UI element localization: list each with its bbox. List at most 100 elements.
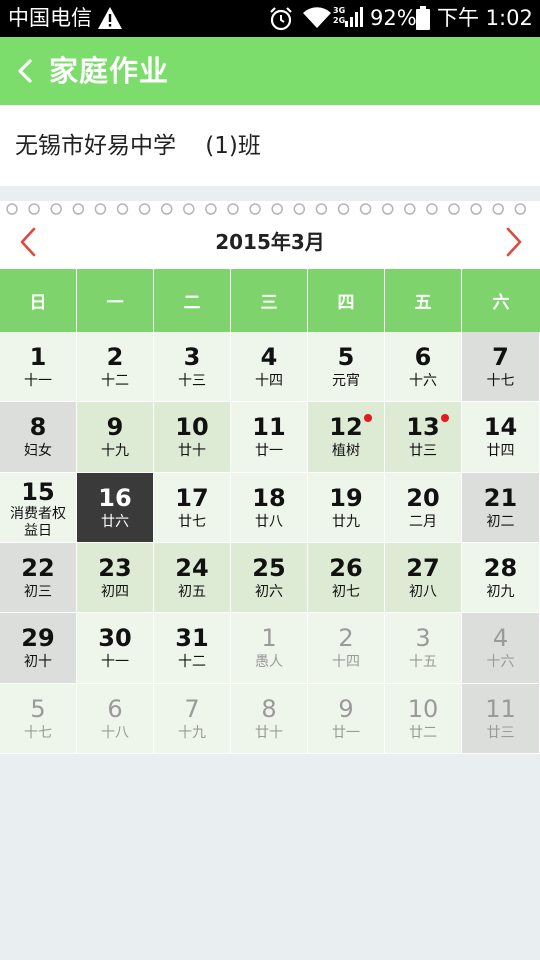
calendar-day-cell[interactable]: 4 十四 (231, 332, 308, 403)
calendar-day-cell[interactable]: 7 十九 (154, 683, 231, 754)
day-number: 15 (21, 477, 55, 506)
calendar-day-cell[interactable]: 4 十六 (462, 613, 540, 684)
ring-decoration (205, 203, 217, 215)
calendar-day-cell[interactable]: 11 廿三 (462, 683, 540, 754)
calendar-day-cell[interactable]: 13 廿三 (385, 402, 462, 473)
day-number: 13 (406, 413, 440, 442)
calendar-day-cell[interactable]: 5 十七 (0, 683, 77, 754)
calendar-day-cell[interactable]: 26 初七 (308, 542, 385, 614)
calendar-day-cell[interactable]: 2 十二 (77, 332, 154, 403)
calendar-day-cell[interactable]: 23 初四 (77, 542, 154, 614)
calendar-day-cell[interactable]: 30 十一 (77, 613, 154, 684)
day-number: 3 (183, 343, 201, 371)
lunar-label: 初六 (255, 583, 283, 600)
calendar-rings-decoration (6, 203, 527, 215)
day-number: 28 (483, 553, 518, 582)
ring-decoration (271, 203, 283, 215)
lunar-label: 廿一 (255, 443, 283, 460)
calendar-day-cell[interactable]: 6 十六 (385, 332, 462, 403)
lunar-label: 妇女 (24, 443, 52, 460)
lunar-label: 十二 (101, 373, 129, 389)
calendar-day-cell[interactable]: 14 廿四 (462, 402, 540, 473)
calendar-day-cell[interactable]: 6 十八 (77, 683, 154, 754)
ring-decoration (116, 203, 129, 215)
calendar-day-cell[interactable]: 10 廿二 (385, 683, 462, 754)
calendar-day-cell[interactable]: 16 廿六 (77, 472, 154, 543)
battery-percent: 92% (370, 6, 417, 30)
calendar-day-cell[interactable]: 5 元宵 (308, 332, 385, 403)
calendar-day-cell[interactable]: 27 初八 (385, 542, 462, 614)
calendar-day-cell[interactable]: 8 妇女 (0, 402, 77, 473)
lunar-label: 廿九 (332, 513, 360, 530)
day-number: 18 (252, 483, 286, 512)
calendar-day-cell[interactable]: 12 植树 (308, 402, 385, 473)
day-number: 26 (329, 553, 363, 582)
calendar-day-cell[interactable]: 22 初三 (0, 542, 77, 614)
calendar-day-cell[interactable]: 31 十二 (154, 613, 231, 684)
calendar-day-cell[interactable]: 19 廿九 (308, 472, 385, 543)
calendar-day-cell[interactable]: 9 十九 (77, 402, 154, 473)
calendar-day-cell[interactable]: 11 廿一 (231, 402, 308, 473)
lunar-label: 廿三 (409, 443, 437, 460)
calendar-day-cell[interactable]: 28 初九 (462, 542, 540, 614)
ring-decoration (249, 203, 261, 215)
class-selector[interactable]: 无锡市好易中学 (1)班 (0, 105, 540, 186)
lunar-label: 廿八 (255, 513, 283, 530)
day-number: 27 (406, 553, 440, 582)
lunar-label: 初九 (486, 583, 515, 600)
battery-icon (416, 6, 430, 30)
ring-decoration (94, 203, 107, 215)
calendar-day-cell[interactable]: 3 十五 (385, 613, 462, 684)
calendar-day-cell[interactable]: 15 消费者权益日 (0, 472, 77, 543)
back-button[interactable] (10, 51, 40, 91)
calendar-day-cell[interactable]: 3 十三 (154, 332, 231, 403)
calendar-day-cell[interactable]: 9 廿一 (308, 683, 385, 754)
calendar-day-cell[interactable]: 24 初五 (154, 542, 231, 614)
clock: 下午 1:02 (437, 6, 533, 30)
calendar-day-cell[interactable]: 25 初六 (231, 542, 308, 614)
day-number: 9 (338, 694, 354, 723)
calendar-day-cell[interactable]: 1 十一 (0, 332, 77, 403)
ring-decoration (426, 203, 438, 215)
lunar-label: 廿三 (486, 724, 515, 741)
ring-decoration (381, 203, 394, 215)
day-number: 10 (175, 413, 209, 442)
calendar-day-cell[interactable]: 29 初十 (0, 613, 77, 684)
lunar-label: 愚人 (255, 654, 283, 671)
day-number: 23 (98, 553, 132, 582)
lunar-label: 廿四 (486, 443, 515, 460)
ring-decoration (315, 203, 328, 215)
calendar-day-cell[interactable]: 17 廿七 (154, 472, 231, 543)
month-title: 2015年3月 (215, 230, 325, 254)
ring-decoration (293, 203, 306, 215)
lunar-label: 初四 (101, 583, 129, 600)
day-number: 19 (329, 483, 363, 512)
calendar-day-cell[interactable]: 2 十四 (308, 613, 385, 684)
lunar-label: 元宵 (332, 373, 360, 389)
day-number: 5 (337, 343, 355, 371)
weekday-label: 二 (154, 269, 231, 332)
calendar-day-cell[interactable]: 1 愚人 (231, 613, 308, 684)
lunar-label: 十五 (409, 654, 437, 671)
day-number: 7 (492, 343, 509, 371)
day-number: 10 (407, 694, 439, 723)
ring-decoration (359, 203, 372, 215)
lunar-label: 廿十 (255, 724, 283, 741)
calendar-day-cell[interactable]: 20 二月 (385, 472, 462, 543)
calendar-day-cell[interactable]: 10 廿十 (154, 402, 231, 473)
lunar-label: 廿一 (332, 724, 360, 741)
day-number: 16 (98, 483, 132, 512)
calendar-day-cell[interactable]: 21 初二 (462, 472, 540, 543)
day-number: 21 (483, 483, 518, 512)
day-number: 4 (260, 343, 278, 371)
day-number: 11 (485, 694, 516, 723)
lunar-label: 十九 (101, 443, 129, 460)
day-number: 29 (21, 624, 55, 653)
calendar-day-cell[interactable]: 8 廿十 (231, 683, 308, 754)
day-number: 9 (106, 413, 124, 442)
next-month-button[interactable] (500, 225, 528, 259)
lunar-label: 十九 (178, 724, 206, 741)
calendar-day-cell[interactable]: 7 十七 (462, 332, 540, 403)
ring-decoration (50, 203, 62, 215)
calendar-day-cell[interactable]: 18 廿八 (231, 472, 308, 543)
